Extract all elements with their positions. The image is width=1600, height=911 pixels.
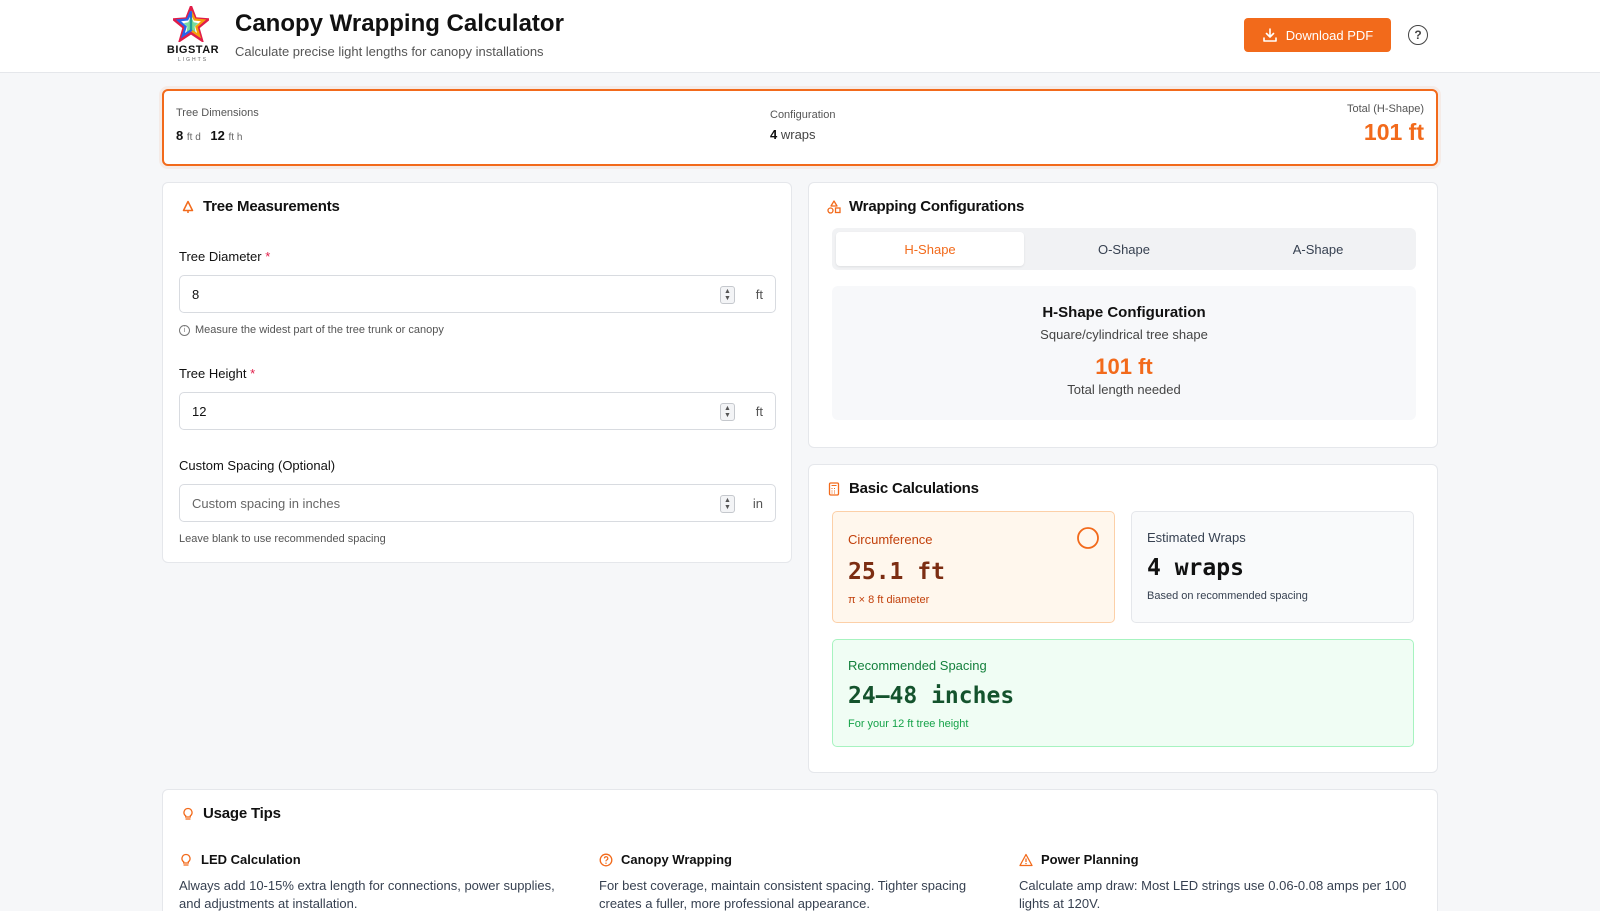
lightbulb-icon xyxy=(181,853,191,866)
usage-tips-title: Usage Tips xyxy=(181,805,281,822)
page-subtitle: Calculate precise light lengths for cano… xyxy=(235,44,544,59)
custom-spacing-input[interactable]: Custom spacing in inches ▲ ▼ in xyxy=(179,484,776,522)
custom-spacing-stepper[interactable]: ▲ ▼ xyxy=(720,495,735,513)
configuration-panel: H-Shape Configuration Square/cylindrical… xyxy=(832,286,1416,420)
logo-wordmark: BIGSTAR xyxy=(166,44,220,56)
tree-height-label: Tree Height * xyxy=(179,366,255,381)
tip-led-calculation: LED Calculation Always add 10-15% extra … xyxy=(179,852,579,911)
download-pdf-button[interactable]: Download PDF xyxy=(1244,18,1391,52)
basic-calculations-title: Basic Calculations xyxy=(827,480,979,497)
summary-configuration: Configuration 4 wraps xyxy=(770,109,835,142)
tree-diameter-hint: i Measure the widest part of the tree tr… xyxy=(179,324,444,336)
usage-tips-card: Usage Tips LED Calculation Always add 10… xyxy=(162,789,1438,911)
star-logo-icon xyxy=(173,6,209,42)
tree-measurements-title: Tree Measurements xyxy=(181,198,340,215)
summary-total-value: 101 ft xyxy=(1363,119,1424,145)
circumference-label: Circumference xyxy=(848,532,933,547)
required-mark: * xyxy=(250,366,256,381)
summary-bar: Tree Dimensions 8 ft d 12 ft h Configura… xyxy=(162,89,1438,166)
download-pdf-label: Download PDF xyxy=(1285,27,1374,43)
tip-text: Calculate amp draw: Most LED strings use… xyxy=(1019,878,1407,911)
app-header: BIGSTAR LIGHTS Canopy Wrapping Calculato… xyxy=(0,0,1600,73)
page-title: Canopy Wrapping Calculator xyxy=(235,10,564,37)
wrapping-configurations-card: Wrapping Configurations H-Shape O-Shape … xyxy=(808,182,1438,448)
summary-wraps-unit: wraps xyxy=(780,127,816,142)
tip-title: Canopy Wrapping xyxy=(621,852,732,867)
info-icon: i xyxy=(179,324,190,336)
logo-subtext: LIGHTS xyxy=(177,57,209,63)
tab-a-shape[interactable]: A-Shape xyxy=(1224,232,1412,266)
circumference-value: 25.1 ft xyxy=(848,559,945,585)
estimated-wraps-note: Based on recommended spacing xyxy=(1147,590,1308,602)
basic-calculations-title-text: Basic Calculations xyxy=(849,480,979,497)
tab-h-shape[interactable]: H-Shape xyxy=(836,232,1024,266)
estimated-wraps-box: Estimated Wraps 4 wraps Based on recomme… xyxy=(1131,511,1414,623)
summary-configuration-label: Configuration xyxy=(770,109,836,121)
estimated-wraps-label: Estimated Wraps xyxy=(1147,530,1246,545)
tree-measurements-title-text: Tree Measurements xyxy=(203,198,340,215)
custom-spacing-placeholder: Custom spacing in inches xyxy=(192,496,341,511)
summary-height-value: 12 xyxy=(210,128,225,143)
tip-text: Always add 10-15% extra length for conne… xyxy=(179,878,555,911)
tree-diameter-input[interactable]: 8 ▲ ▼ ft xyxy=(179,275,776,313)
summary-total-label: Total (H-Shape) xyxy=(1346,103,1424,115)
recommended-spacing-label: Recommended Spacing xyxy=(848,658,987,673)
estimated-wraps-value: 4 wraps xyxy=(1147,555,1244,581)
summary-dimensions-label: Tree Dimensions xyxy=(176,107,259,119)
basic-calculations-card: Basic Calculations Circumference 25.1 ft… xyxy=(808,464,1438,773)
tree-diameter-stepper[interactable]: ▲ ▼ xyxy=(720,286,735,304)
recommended-spacing-note: For your 12 ft tree height xyxy=(848,718,969,730)
circumference-box: Circumference 25.1 ft π × 8 ft diameter xyxy=(832,511,1115,623)
summary-diameter-value: 8 xyxy=(176,128,184,143)
tree-height-stepper[interactable]: ▲ ▼ xyxy=(720,403,735,421)
custom-spacing-hint: Leave blank to use recommended spacing xyxy=(179,533,386,545)
usage-tips-title-text: Usage Tips xyxy=(203,805,281,822)
help-circle-icon xyxy=(599,853,613,866)
warning-icon xyxy=(1019,853,1033,866)
tree-height-label-text: Tree Height xyxy=(179,366,247,381)
help-icon[interactable]: ? xyxy=(1408,25,1428,45)
wrapping-configurations-title: Wrapping Configurations xyxy=(827,198,1024,215)
summary-diameter-unit: ft d xyxy=(186,132,201,143)
circle-icon xyxy=(1077,527,1099,549)
tip-canopy-wrapping: Canopy Wrapping For best coverage, maint… xyxy=(599,852,999,911)
tip-title: Power Planning xyxy=(1041,852,1139,867)
configuration-subtitle: Square/cylindrical tree shape xyxy=(1040,327,1208,342)
tree-measurements-card: Tree Measurements Tree Diameter * 8 ▲ ▼ f… xyxy=(162,182,792,563)
summary-dimensions: Tree Dimensions 8 ft d 12 ft h xyxy=(176,107,259,143)
recommended-spacing-box: Recommended Spacing 24–48 inches For you… xyxy=(832,639,1414,747)
configuration-caption: Total length needed xyxy=(1067,382,1181,397)
tree-height-input[interactable]: 12 ▲ ▼ ft xyxy=(179,392,776,430)
lightbulb-icon xyxy=(183,807,193,820)
summary-wraps-value: 4 xyxy=(770,127,778,142)
configuration-total-value: 101 ft xyxy=(1095,354,1153,379)
required-mark: * xyxy=(265,249,271,264)
tree-height-unit: ft xyxy=(755,404,763,419)
summary-height-unit: ft h xyxy=(228,132,243,143)
calculator-icon xyxy=(828,481,840,496)
configuration-title: H-Shape Configuration xyxy=(1042,304,1206,321)
tree-diameter-label-text: Tree Diameter xyxy=(179,249,262,264)
wrapping-configurations-title-text: Wrapping Configurations xyxy=(849,198,1025,215)
tip-title: LED Calculation xyxy=(201,852,301,867)
summary-total: Total (H-Shape) 101 ft xyxy=(1347,103,1424,146)
tree-diameter-value: 8 xyxy=(192,287,200,302)
recommended-spacing-value: 24–48 inches xyxy=(848,683,1015,709)
tab-o-shape[interactable]: O-Shape xyxy=(1030,232,1218,266)
tree-diameter-label: Tree Diameter * xyxy=(179,249,270,264)
circumference-note: π × 8 ft diameter xyxy=(848,594,930,606)
download-icon xyxy=(1262,28,1277,42)
custom-spacing-label: Custom Spacing (Optional) xyxy=(179,458,336,473)
tree-icon xyxy=(182,200,194,213)
bigstar-logo[interactable]: BIGSTAR LIGHTS xyxy=(165,6,221,64)
tree-diameter-unit: ft xyxy=(755,287,763,302)
tree-diameter-hint-text: Measure the widest part of the tree trun… xyxy=(195,324,444,336)
tip-power-planning: Power Planning Calculate amp draw: Most … xyxy=(1019,852,1419,911)
tree-height-value: 12 xyxy=(192,404,207,419)
tip-text: For best coverage, maintain consistent s… xyxy=(599,878,967,911)
configuration-tabs: H-Shape O-Shape A-Shape xyxy=(832,228,1416,270)
shapes-icon xyxy=(827,199,841,214)
custom-spacing-unit: in xyxy=(752,496,763,511)
